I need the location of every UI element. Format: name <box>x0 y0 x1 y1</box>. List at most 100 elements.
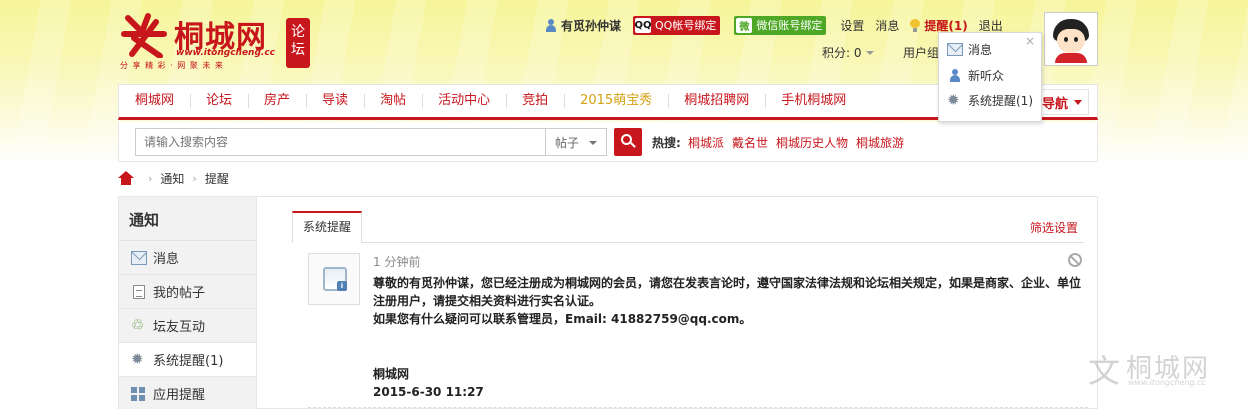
dropdown-item-messages[interactable]: 消息 <box>947 39 992 59</box>
sidebar-item-messages[interactable]: 消息 <box>119 241 256 275</box>
wechat-bind-button[interactable]: 微 微信账号绑定 <box>734 15 827 35</box>
breadcrumb: › 通知 › 提醒 <box>118 170 229 186</box>
search-type-select[interactable]: 帖子 <box>545 128 607 156</box>
notice-item: i 1 分钟前 尊敬的有觅孙仲谋，您已经注册成为桐城网的会员，请您在发表言论时，… <box>308 247 1088 409</box>
close-icon[interactable]: × <box>1025 34 1035 48</box>
gear-icon <box>947 91 963 109</box>
sidebar-item-label: 坛友互动 <box>153 320 206 335</box>
username-link[interactable]: 有觅孙仲谋 <box>545 17 621 34</box>
recycle-icon <box>131 316 147 334</box>
gear-icon <box>131 350 147 368</box>
watermark-logo: 文 桐城网 www.itongcheng.cc <box>1088 346 1238 394</box>
sidebar-item-label: 消息 <box>153 252 180 267</box>
mail-icon <box>131 250 147 265</box>
nav-item-realestate[interactable]: 房产 <box>248 93 306 109</box>
sidebar-item-label: 应用提醒 <box>153 388 206 403</box>
nav-item-auction[interactable]: 竞拍 <box>506 93 564 109</box>
notice-line: 尊敬的有觅孙仲谋，您已经注册成为桐城网的会员，请您在发表言论时，遵守国家法律法规… <box>373 276 1082 290</box>
dropdown-item-system-reminders[interactable]: 系统提醒(1) <box>947 90 1033 110</box>
dropdown-item-label: 系统提醒(1) <box>968 93 1033 108</box>
sidebar-title: 通知 <box>119 197 256 241</box>
wechat-bind-label: 微信账号绑定 <box>756 19 823 32</box>
nav-more-label: 导航 <box>1041 96 1068 112</box>
nav-item-home[interactable]: 桐城网 <box>119 93 190 109</box>
notice-body: 尊敬的有觅孙仲谋，您已经注册成为桐城网的会员，请您在发表言论时，遵守国家法律法规… <box>373 274 1088 328</box>
chevron-down-icon <box>1074 99 1082 105</box>
dropdown-item-label: 新听众 <box>968 68 1005 83</box>
notice-line: 注册用户，请提交相关资料进行实名认证。 <box>373 294 602 308</box>
avatar-image <box>1047 15 1095 63</box>
points-label: 积分: 0 <box>822 46 862 60</box>
sidebar-item-system-reminders[interactable]: 系统提醒(1) <box>119 343 256 377</box>
tab-bar: 系统提醒 筛选设置 <box>292 211 1084 243</box>
breadcrumb-separator: › <box>192 171 197 185</box>
signature-date: 2015-6-30 11:27 <box>373 385 484 399</box>
nav-item-forum[interactable]: 论坛 <box>190 93 248 109</box>
system-notice-icon: i <box>308 253 360 305</box>
filter-settings-link[interactable]: 筛选设置 <box>1030 219 1078 236</box>
dropdown-item-label: 消息 <box>968 42 993 57</box>
reminders-link[interactable]: 提醒(1) <box>910 17 968 34</box>
qq-bind-label: QQ帐号绑定 <box>655 19 717 32</box>
logout-link[interactable]: 退出 <box>979 17 1003 34</box>
nav-item-events[interactable]: 活动中心 <box>422 93 506 109</box>
user-group-link[interactable]: 用户组 <box>903 44 939 61</box>
dropdown-item-new-followers[interactable]: 新听众 <box>947 65 1004 85</box>
grid-icon <box>131 386 147 401</box>
nav-more-button[interactable]: 导航 <box>1034 89 1089 115</box>
nav-item-baby-show[interactable]: 2015萌宝秀 <box>564 93 668 109</box>
hot-search-links: 桐城派 戴名世 桐城历史人物 桐城旅游 <box>688 134 904 151</box>
sidebar-item-my-posts[interactable]: 我的帖子 <box>119 275 256 309</box>
qq-icon: QQ <box>634 17 652 33</box>
hot-search-link[interactable]: 桐城历史人物 <box>776 134 848 151</box>
logo-slogan: 分 享 精 彩 · 网 聚 未 来 <box>120 61 224 70</box>
site-logo[interactable]: 桐城网 www.itongcheng.cc 分 享 精 彩 · 网 聚 未 来 … <box>118 10 313 70</box>
logo-domain: www.itongcheng.cc <box>176 48 275 58</box>
nav-item-guide[interactable]: 导读 <box>306 93 364 109</box>
nav-item-jobs[interactable]: 桐城招聘网 <box>668 93 765 109</box>
sidebar: 通知 消息 我的帖子 坛友互动 系统提醒(1) 应用提醒 <box>119 197 257 409</box>
document-icon <box>133 284 145 299</box>
notice-time: 1 分钟前 <box>373 255 421 269</box>
sidebar-item-label: 我的帖子 <box>153 286 206 301</box>
wechat-icon: 微 <box>736 17 753 33</box>
reminders-dropdown: × 消息 新听众 系统提醒(1) <box>938 32 1042 122</box>
nav-item-collections[interactable]: 淘帖 <box>364 93 422 109</box>
sidebar-item-interactions[interactable]: 坛友互动 <box>119 309 256 343</box>
breadcrumb-item-reminders: 提醒 <box>204 171 229 186</box>
messages-link[interactable]: 消息 <box>875 17 899 34</box>
user-icon <box>545 18 557 32</box>
points-dropdown[interactable]: 积分: 0 <box>822 44 874 61</box>
bulb-icon <box>910 18 921 32</box>
avatar[interactable] <box>1044 12 1098 66</box>
chevron-down-icon <box>865 50 874 55</box>
reminders-label: 提醒(1) <box>924 18 968 33</box>
qq-bind-button[interactable]: QQ QQ帐号绑定 <box>633 15 721 35</box>
ban-icon[interactable] <box>1068 253 1082 267</box>
hot-search-link[interactable]: 桐城派 <box>688 134 724 151</box>
search-button[interactable] <box>614 128 642 156</box>
search-input[interactable] <box>135 128 547 156</box>
home-icon[interactable] <box>118 171 134 185</box>
info-badge: i <box>337 281 347 291</box>
sidebar-item-app-reminders[interactable]: 应用提醒 <box>119 377 256 409</box>
sidebar-item-label: 系统提醒(1) <box>153 354 224 369</box>
settings-link[interactable]: 设置 <box>840 17 864 34</box>
logo-forum-tag: 论坛 <box>286 18 310 68</box>
tab-system-reminders[interactable]: 系统提醒 <box>292 211 363 243</box>
watermark-domain: www.itongcheng.cc <box>1128 378 1206 387</box>
search-bar: 帖子 热搜: 桐城派 戴名世 桐城历史人物 桐城旅游 <box>118 122 1098 162</box>
hot-search-link[interactable]: 桐城旅游 <box>856 134 904 151</box>
logo-mark-icon <box>121 13 167 58</box>
nav-item-mobile[interactable]: 手机桐城网 <box>765 93 862 109</box>
hot-search-link[interactable]: 戴名世 <box>732 134 768 151</box>
divider <box>308 407 1088 408</box>
mail-icon <box>947 42 963 56</box>
notice-signature: 桐城网 2015-6-30 11:27 <box>373 365 484 401</box>
breadcrumb-separator: › <box>148 171 153 185</box>
search-type-label: 帖子 <box>555 135 580 150</box>
hot-search-label: 热搜: <box>652 136 681 150</box>
breadcrumb-item-notifications[interactable]: 通知 <box>160 170 184 187</box>
user-icon <box>947 68 963 82</box>
chevron-down-icon <box>589 141 597 145</box>
